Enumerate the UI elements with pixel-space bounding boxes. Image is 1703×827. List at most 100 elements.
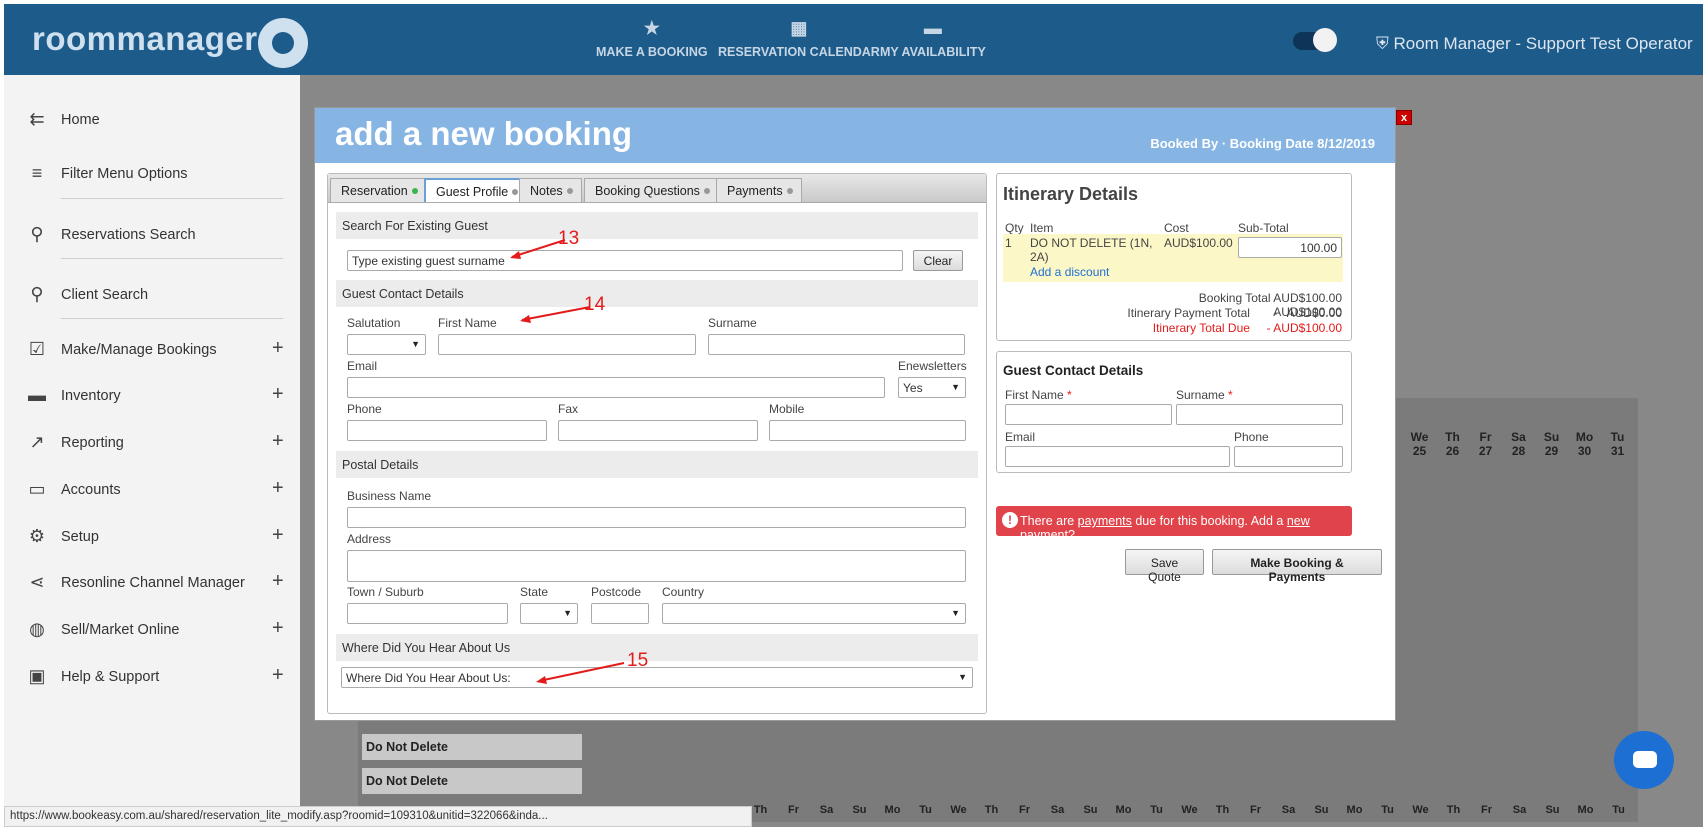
calendar-room-row[interactable]: Do Not Delete (362, 768, 582, 794)
calendar-day-header: Mo (1115, 804, 1132, 816)
calendar-day-header: Th (984, 804, 999, 816)
sidebar-item-make-manage-bookings[interactable]: ☑ Make/Manage Bookings + (4, 333, 300, 367)
top-bar: roommanager ★ MAKE A BOOKING ▦ RESERVATION… (4, 4, 1703, 75)
annotation-14: 14 (584, 294, 606, 315)
col-cost: Cost (1164, 221, 1189, 235)
calendar-check-icon: ☑ (28, 339, 46, 359)
item-qty: 1 (1005, 236, 1012, 250)
sidebar-item-home[interactable]: ⇇ Home (4, 103, 300, 137)
col-qty: Qty (1005, 221, 1024, 235)
card-icon: ▭ (28, 479, 46, 499)
calendar-day-header: Su (852, 804, 867, 816)
calendar-day-header: Fr (1481, 804, 1492, 816)
calendar-day-header: Su (1083, 804, 1098, 816)
calendar-day-header: Mo (884, 804, 901, 816)
save-quote-button[interactable]: Save Quote (1125, 549, 1204, 584)
dark-mode-toggle[interactable] (1293, 28, 1337, 52)
close-modal-button[interactable]: x (1396, 110, 1412, 125)
calendar-day-header: Sa 28 (1511, 430, 1526, 458)
gear-icon: ⚙ (28, 526, 46, 546)
calendar-day-header: Sa (1050, 804, 1065, 816)
calendar-day-header: Mo (1346, 804, 1363, 816)
calendar-day-header: Fr (788, 804, 799, 816)
gc-surname-label: Surname * (1176, 388, 1233, 402)
add-discount-link[interactable]: Add a discount (1030, 265, 1109, 279)
status-url: https://www.bookeasy.com.au/shared/reser… (4, 806, 752, 827)
calendar-day-header: Sa (819, 804, 834, 816)
guest-contact-box: Guest Contact Details First Name * Surna… (996, 351, 1352, 473)
sidebar-item-inventory[interactable]: ▬ Inventory + (4, 379, 300, 413)
calendar-day-header: Th 26 (1445, 430, 1460, 458)
calendar-day-header: Fr (1250, 804, 1261, 816)
sidebar-item-reporting[interactable]: ↗ Reporting + (4, 426, 300, 460)
calendar-day-header: Su (1314, 804, 1329, 816)
gc-email-field[interactable] (1005, 446, 1230, 467)
gc-phone-field[interactable] (1234, 446, 1343, 467)
arrowhead-icon (510, 251, 521, 259)
gc-surname-field[interactable] (1176, 404, 1343, 425)
nav-make-booking[interactable]: ★ MAKE A BOOKING (596, 18, 708, 59)
sidebar-item-setup[interactable]: ⚙ Setup + (4, 520, 300, 554)
calendar-day-header: Mo 30 (1575, 430, 1594, 458)
calendar-day-header: Sa (1512, 804, 1527, 816)
logo[interactable]: roommanager (32, 20, 258, 58)
make-booking-button[interactable]: Make Booking & Payments (1212, 549, 1382, 584)
item-name: DO NOT DELETE (1N, 2A) (1030, 236, 1153, 264)
calendar-icon: ▦ (790, 18, 808, 38)
col-item: Item (1030, 221, 1054, 235)
gc-phone-label: Phone (1234, 430, 1269, 444)
sidebar-item-filter[interactable]: ≡ Filter Menu Options (4, 157, 300, 191)
shield-icon: ⛨ (1376, 34, 1394, 53)
bed-icon: ▬ (28, 385, 46, 405)
operator-menu[interactable]: ⛨ Room Manager - Support Test Operator (1376, 34, 1693, 54)
star-icon: ★ (643, 18, 660, 38)
calendar-day-header: Su 29 (1543, 430, 1560, 458)
payments-link[interactable]: payments (1078, 514, 1132, 528)
calendar-day-header: We (950, 804, 967, 816)
calendar-day-header: Tu (1150, 804, 1163, 816)
search-icon: ⚲ (30, 284, 44, 304)
guest-contact-title: Guest Contact Details (1003, 363, 1144, 378)
divider (61, 198, 283, 199)
annotation-arrow (538, 662, 625, 682)
divider (61, 318, 283, 319)
chat-button[interactable] (1614, 731, 1674, 789)
calendar-room-row[interactable]: Do Not Delete (362, 734, 582, 760)
globe-icon: ◍ (29, 619, 45, 639)
sidebar-item-reservations-search[interactable]: ⚲ Reservations Search (4, 218, 300, 252)
logo-mark-icon (258, 18, 308, 68)
sidebar-item-resonline[interactable]: ⋖ Resonline Channel Manager + (4, 566, 300, 600)
bed-icon: ▬ (923, 18, 942, 38)
arrowhead-icon (520, 315, 531, 323)
calendar-day-header: Fr 27 (1478, 430, 1493, 458)
col-subtotal: Sub-Total (1238, 221, 1289, 235)
subtotal-field[interactable]: 100.00 (1238, 237, 1342, 258)
nav-my-availability[interactable]: ▬ MY AVAILABILITY (880, 18, 986, 59)
divider (61, 258, 283, 259)
itinerary-box: Itinerary Details Qty Item Cost Sub-Tota… (996, 173, 1352, 341)
total-due: Itinerary Total Due - AUD$100.00 (1152, 321, 1342, 335)
booking-modal: add a new booking Booked By · Booking Da… (314, 107, 1396, 721)
sidebar-item-accounts[interactable]: ▭ Accounts + (4, 473, 300, 507)
nav-reservation-calendar[interactable]: ▦ RESERVATION CALENDAR (718, 18, 880, 59)
annotation-arrows (510, 239, 625, 684)
chat-icon: ▣ (28, 666, 46, 686)
payment-alert: ! There are payments due for this bookin… (996, 506, 1352, 542)
annotation-13: 13 (558, 228, 580, 249)
gc-email-label: Email (1005, 430, 1036, 444)
calendar-day-header: Th (1446, 804, 1461, 816)
search-icon: ⚲ (30, 224, 44, 244)
sidebar-item-client-search[interactable]: ⚲ Client Search (4, 278, 300, 312)
calendar-day-header: We (1181, 804, 1198, 816)
calendar-day-header: Sa (1281, 804, 1296, 816)
share-icon: ⋖ (29, 572, 45, 592)
arrowhead-icon (536, 676, 547, 684)
calendar-day-header: Th (1215, 804, 1230, 816)
calendar-day-header: Tu (1612, 804, 1625, 816)
sidebar-item-sell-market[interactable]: ◍ Sell/Market Online + (4, 613, 300, 647)
gc-first-name-label: First Name * (1005, 388, 1072, 402)
sidebar-item-help[interactable]: ▣ Help & Support + (4, 660, 300, 694)
sidebar: ⇇ Home ≡ Filter Menu Options ⚲ Reservations… (4, 75, 300, 827)
gc-first-name-field[interactable] (1005, 404, 1172, 425)
itinerary-title: Itinerary Details (1003, 184, 1139, 204)
